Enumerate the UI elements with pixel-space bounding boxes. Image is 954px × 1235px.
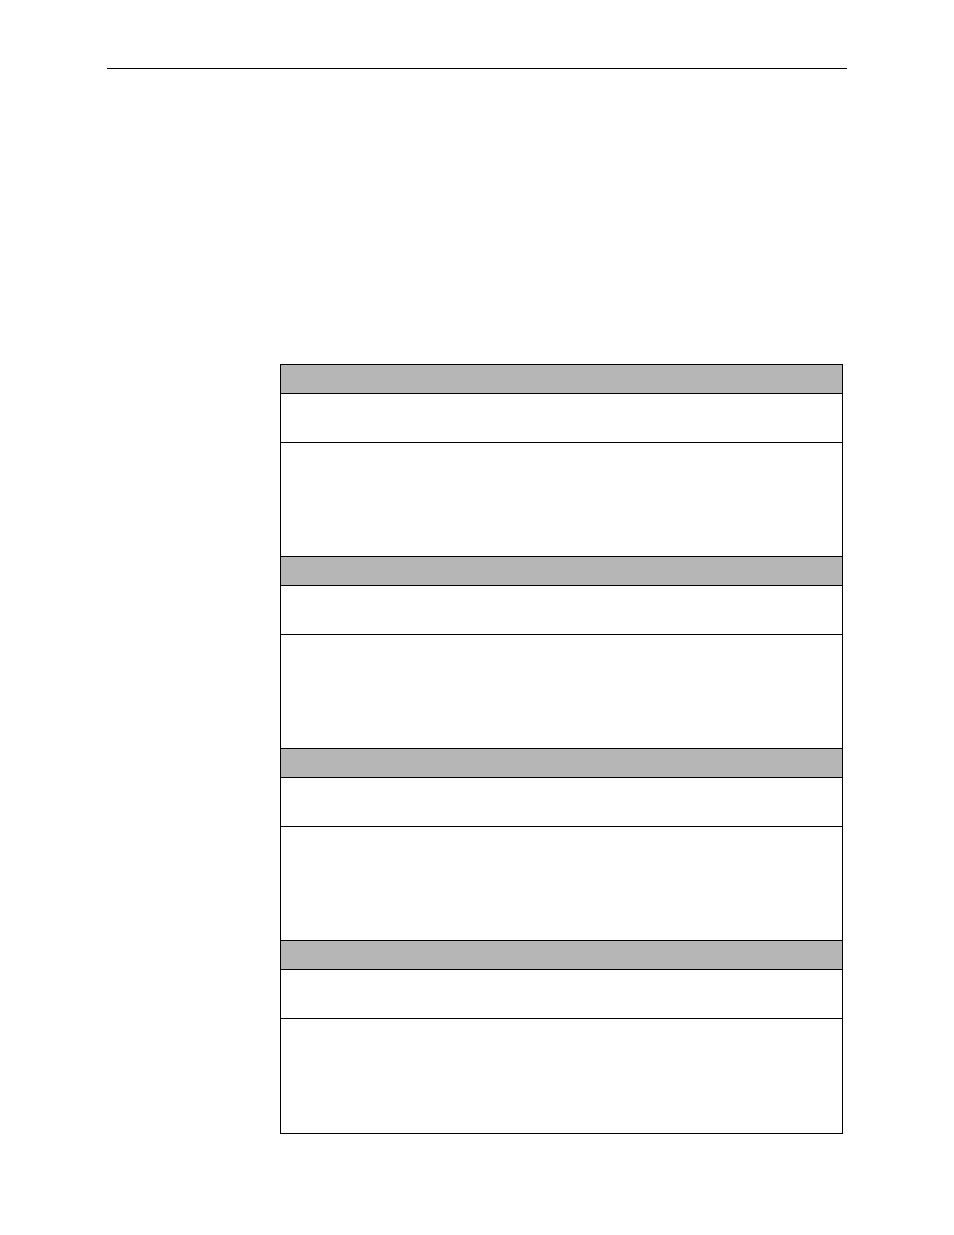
table-row (281, 394, 842, 443)
data-table (280, 364, 843, 1134)
table-row (281, 635, 842, 749)
table-row (281, 827, 842, 941)
table-row (281, 970, 842, 1019)
table-header-row (281, 941, 842, 970)
table-header-row (281, 365, 842, 394)
table-row (281, 443, 842, 557)
table-row (281, 778, 842, 827)
table-row (281, 586, 842, 635)
table-header-row (281, 557, 842, 586)
table-header-row (281, 749, 842, 778)
table-row (281, 1019, 842, 1133)
horizontal-rule (107, 68, 847, 69)
